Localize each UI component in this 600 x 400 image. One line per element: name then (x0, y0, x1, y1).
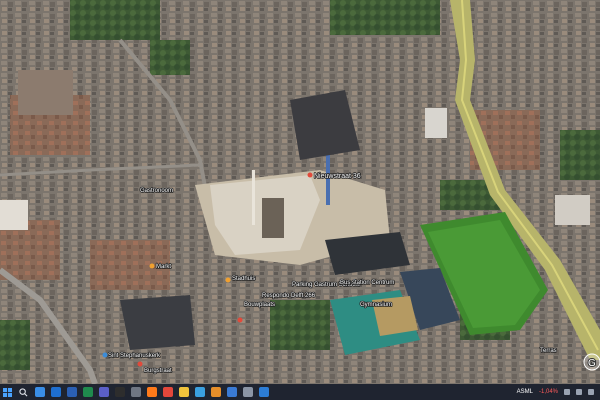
taskbar-app-mail[interactable] (224, 384, 240, 400)
search-icon (18, 387, 27, 396)
church (18, 70, 73, 115)
map-label-delft[interactable]: Respondo Delft 266 (261, 292, 316, 300)
map-label-stephanus[interactable]: Sint Stephanuskerk (107, 352, 162, 360)
taskbar: ASML -1,04% (0, 384, 600, 400)
taskbar-app-teams[interactable] (96, 384, 112, 400)
windows-icon (2, 387, 12, 397)
taskbar-app-files[interactable] (176, 384, 192, 400)
tree-patch (270, 300, 330, 350)
calc-icon (243, 387, 253, 397)
map-label-stadhuis[interactable]: Stadhuis (231, 275, 256, 283)
taskbar-app-word[interactable] (64, 384, 80, 400)
battery-icon[interactable] (588, 389, 594, 395)
aerial-map[interactable]: Nieuwstraat 36 Parking Gastrum Schouw Re… (0, 0, 600, 384)
volume-icon[interactable] (576, 389, 582, 395)
tree-patch (560, 130, 600, 180)
place-pin[interactable] (225, 277, 231, 283)
taskbar-app-earth[interactable] (256, 384, 272, 400)
flat-roof-building (120, 295, 195, 350)
taskbar-app-photos[interactable] (208, 384, 224, 400)
map-label-terras[interactable]: Terras (539, 347, 557, 355)
ticker-name[interactable]: ASML (517, 389, 533, 395)
place-pin[interactable] (307, 172, 313, 178)
map-label-nieuwstraat[interactable]: Nieuwstraat 36 (313, 172, 361, 181)
search-button[interactable] (14, 384, 32, 400)
map-label-gym[interactable]: Gymnasium (359, 301, 393, 309)
map-label-kelder[interactable]: Gastronoom (139, 187, 174, 195)
network-icon[interactable] (564, 389, 570, 395)
taskbar-app-store[interactable] (192, 384, 208, 400)
start-button[interactable] (0, 384, 14, 400)
settings-icon (131, 387, 141, 397)
tree-patch (330, 0, 440, 35)
photos-icon (211, 387, 221, 397)
earth-icon (259, 387, 269, 397)
compass-letter: G (588, 358, 596, 369)
map-label-bus[interactable]: Bus station Centrum (339, 279, 395, 287)
chrome-icon (163, 387, 173, 397)
tree-patch (0, 320, 30, 370)
white-building (0, 200, 28, 230)
taskbar-app-terminal[interactable] (112, 384, 128, 400)
taskbar-app-outlook[interactable] (48, 384, 64, 400)
word-icon (67, 387, 77, 397)
firefox-icon (147, 387, 157, 397)
taskbar-apps (32, 384, 272, 400)
map-label-bouw[interactable]: Bouwplaats (243, 301, 276, 309)
place-pin[interactable] (237, 317, 243, 323)
store-icon (195, 387, 205, 397)
outlook-icon (51, 387, 61, 397)
place-pin[interactable] (102, 352, 108, 358)
taskbar-app-chrome[interactable] (160, 384, 176, 400)
excel-icon (83, 387, 93, 397)
map-label-sportstraat[interactable]: Burgstraat (143, 367, 173, 375)
system-tray: ASML -1,04% (517, 389, 600, 395)
taskbar-app-settings[interactable] (128, 384, 144, 400)
files-icon (179, 387, 189, 397)
white-building (555, 195, 590, 225)
white-building (425, 108, 447, 138)
terminal-icon (115, 387, 125, 397)
construction-pit (262, 198, 284, 238)
teams-icon (99, 387, 109, 397)
tree-patch (70, 0, 160, 40)
place-pin[interactable] (149, 263, 155, 269)
mail-icon (227, 387, 237, 397)
taskbar-app-calc[interactable] (240, 384, 256, 400)
taskbar-app-edge[interactable] (32, 384, 48, 400)
edge-icon (35, 387, 45, 397)
map-label-markt[interactable]: Markt (155, 263, 172, 271)
taskbar-app-excel[interactable] (80, 384, 96, 400)
ticker-change[interactable]: -1,04% (539, 389, 558, 395)
crane (252, 170, 255, 225)
tree-patch (150, 40, 190, 75)
taskbar-app-firefox[interactable] (144, 384, 160, 400)
place-pin[interactable] (137, 361, 143, 367)
screen: Nieuwstraat 36 Parking Gastrum Schouw Re… (0, 0, 600, 400)
